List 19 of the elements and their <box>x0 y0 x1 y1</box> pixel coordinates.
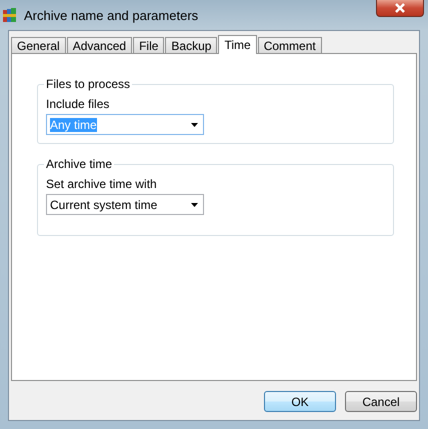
dropdown[interactable]: Current system time <box>46 194 204 215</box>
app-logo-icon <box>2 7 18 23</box>
close-button[interactable] <box>376 0 424 17</box>
field-label: Include files <box>46 97 110 111</box>
dialog-button[interactable]: OK <box>264 391 336 412</box>
window-title: Archive name and parameters <box>24 8 198 22</box>
caret-icon <box>191 122 198 126</box>
tab[interactable]: Time <box>218 35 257 54</box>
caret-icon <box>191 202 198 206</box>
tab[interactable]: Backup <box>165 37 218 53</box>
tab[interactable]: General <box>11 37 66 53</box>
field-label: Set archive time with <box>46 177 158 191</box>
tab[interactable]: Comment <box>258 37 322 53</box>
tab[interactable]: Advanced <box>66 37 132 53</box>
tab[interactable]: File <box>133 37 164 53</box>
dialog-button[interactable]: Cancel <box>345 391 417 412</box>
group-title: Archive time <box>44 157 114 171</box>
close-icon <box>394 3 406 13</box>
group-title: Files to process <box>44 77 132 91</box>
